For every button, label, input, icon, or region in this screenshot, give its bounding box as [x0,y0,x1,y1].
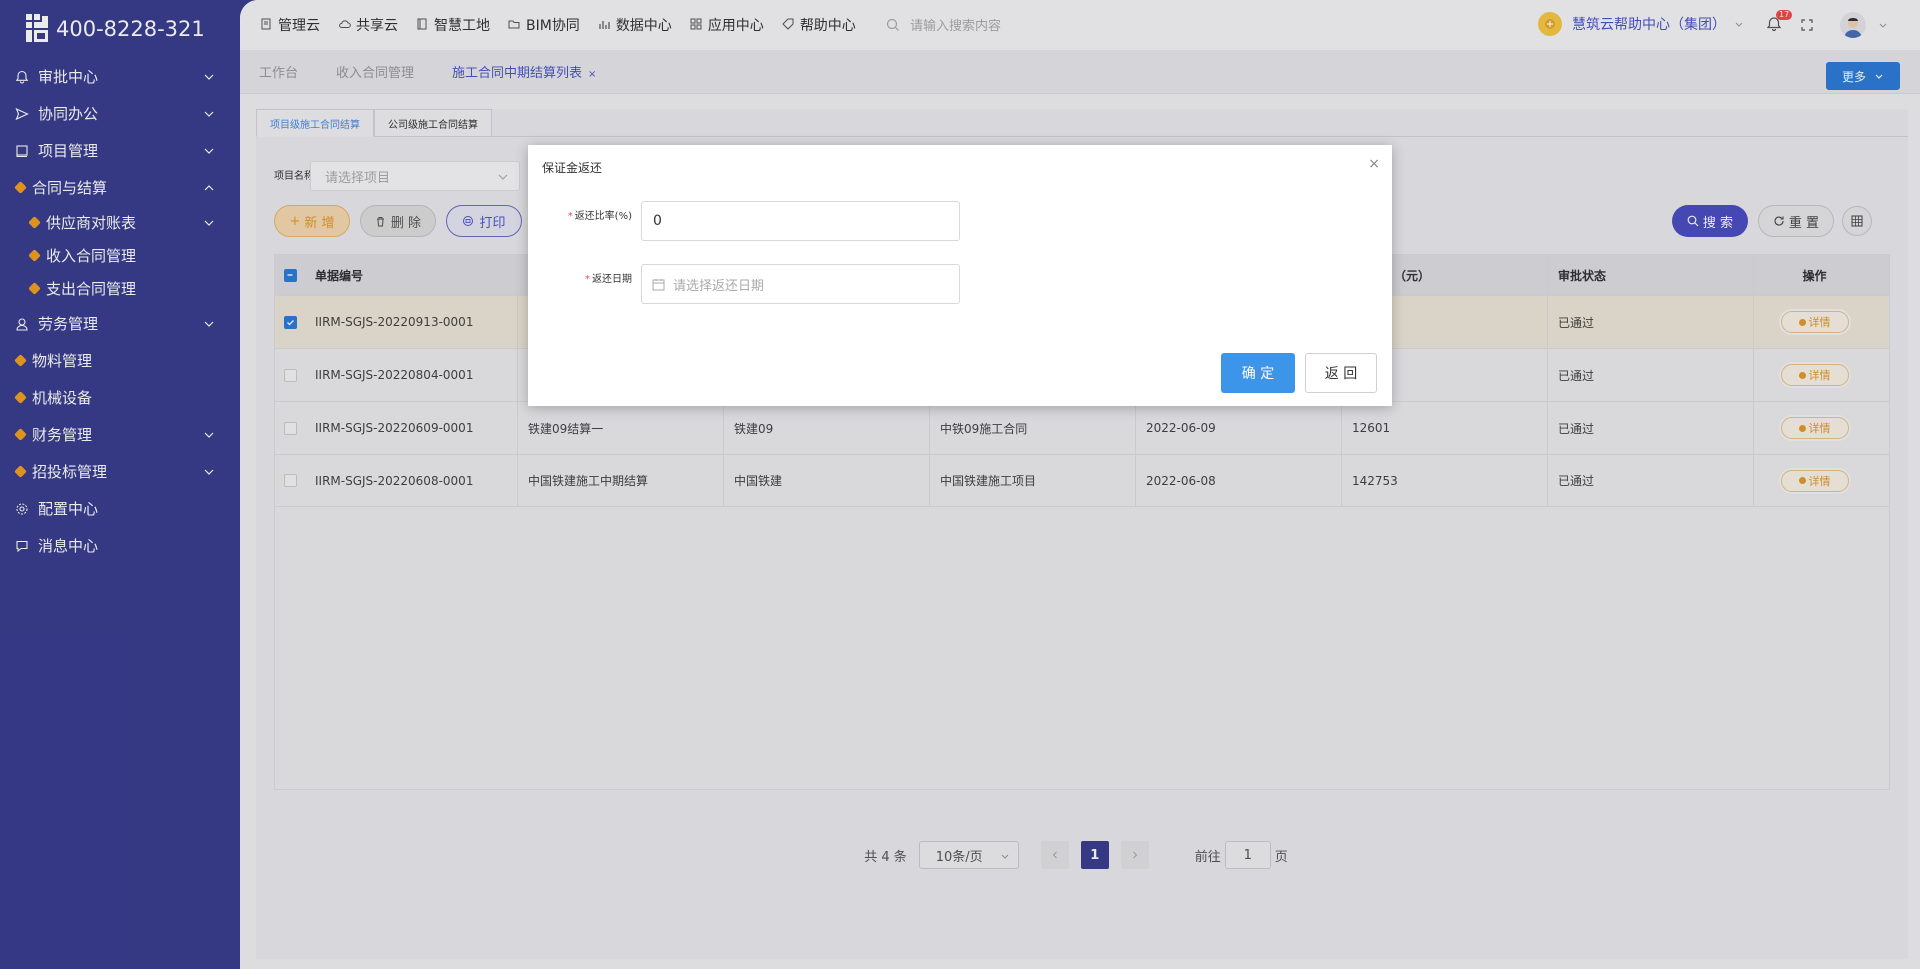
required-mark: * [585,274,590,285]
calendar-icon [652,278,665,290]
date-placeholder: 请选择返还日期 [673,278,765,294]
date-label-text: 返还日期 [592,274,632,285]
close-icon[interactable]: × [1368,157,1380,171]
back-button[interactable]: 返 回 [1305,353,1377,393]
ratio-label: * 返还比率(%) [552,207,632,222]
ratio-label-text: 返还比率(%) [574,211,632,222]
required-mark: * [567,211,573,222]
deposit-return-dialog: 保证金返还 × * 返还比率(%) 0 * 返还日期 请选择返还日期 确 定 返 回 [528,145,1392,406]
ratio-input[interactable]: 0 [641,201,960,241]
date-label: * 返还日期 [552,270,632,285]
confirm-button[interactable]: 确 定 [1221,353,1295,393]
dialog-title: 保证金返还 [542,161,603,175]
date-picker[interactable]: 请选择返还日期 [641,264,960,304]
